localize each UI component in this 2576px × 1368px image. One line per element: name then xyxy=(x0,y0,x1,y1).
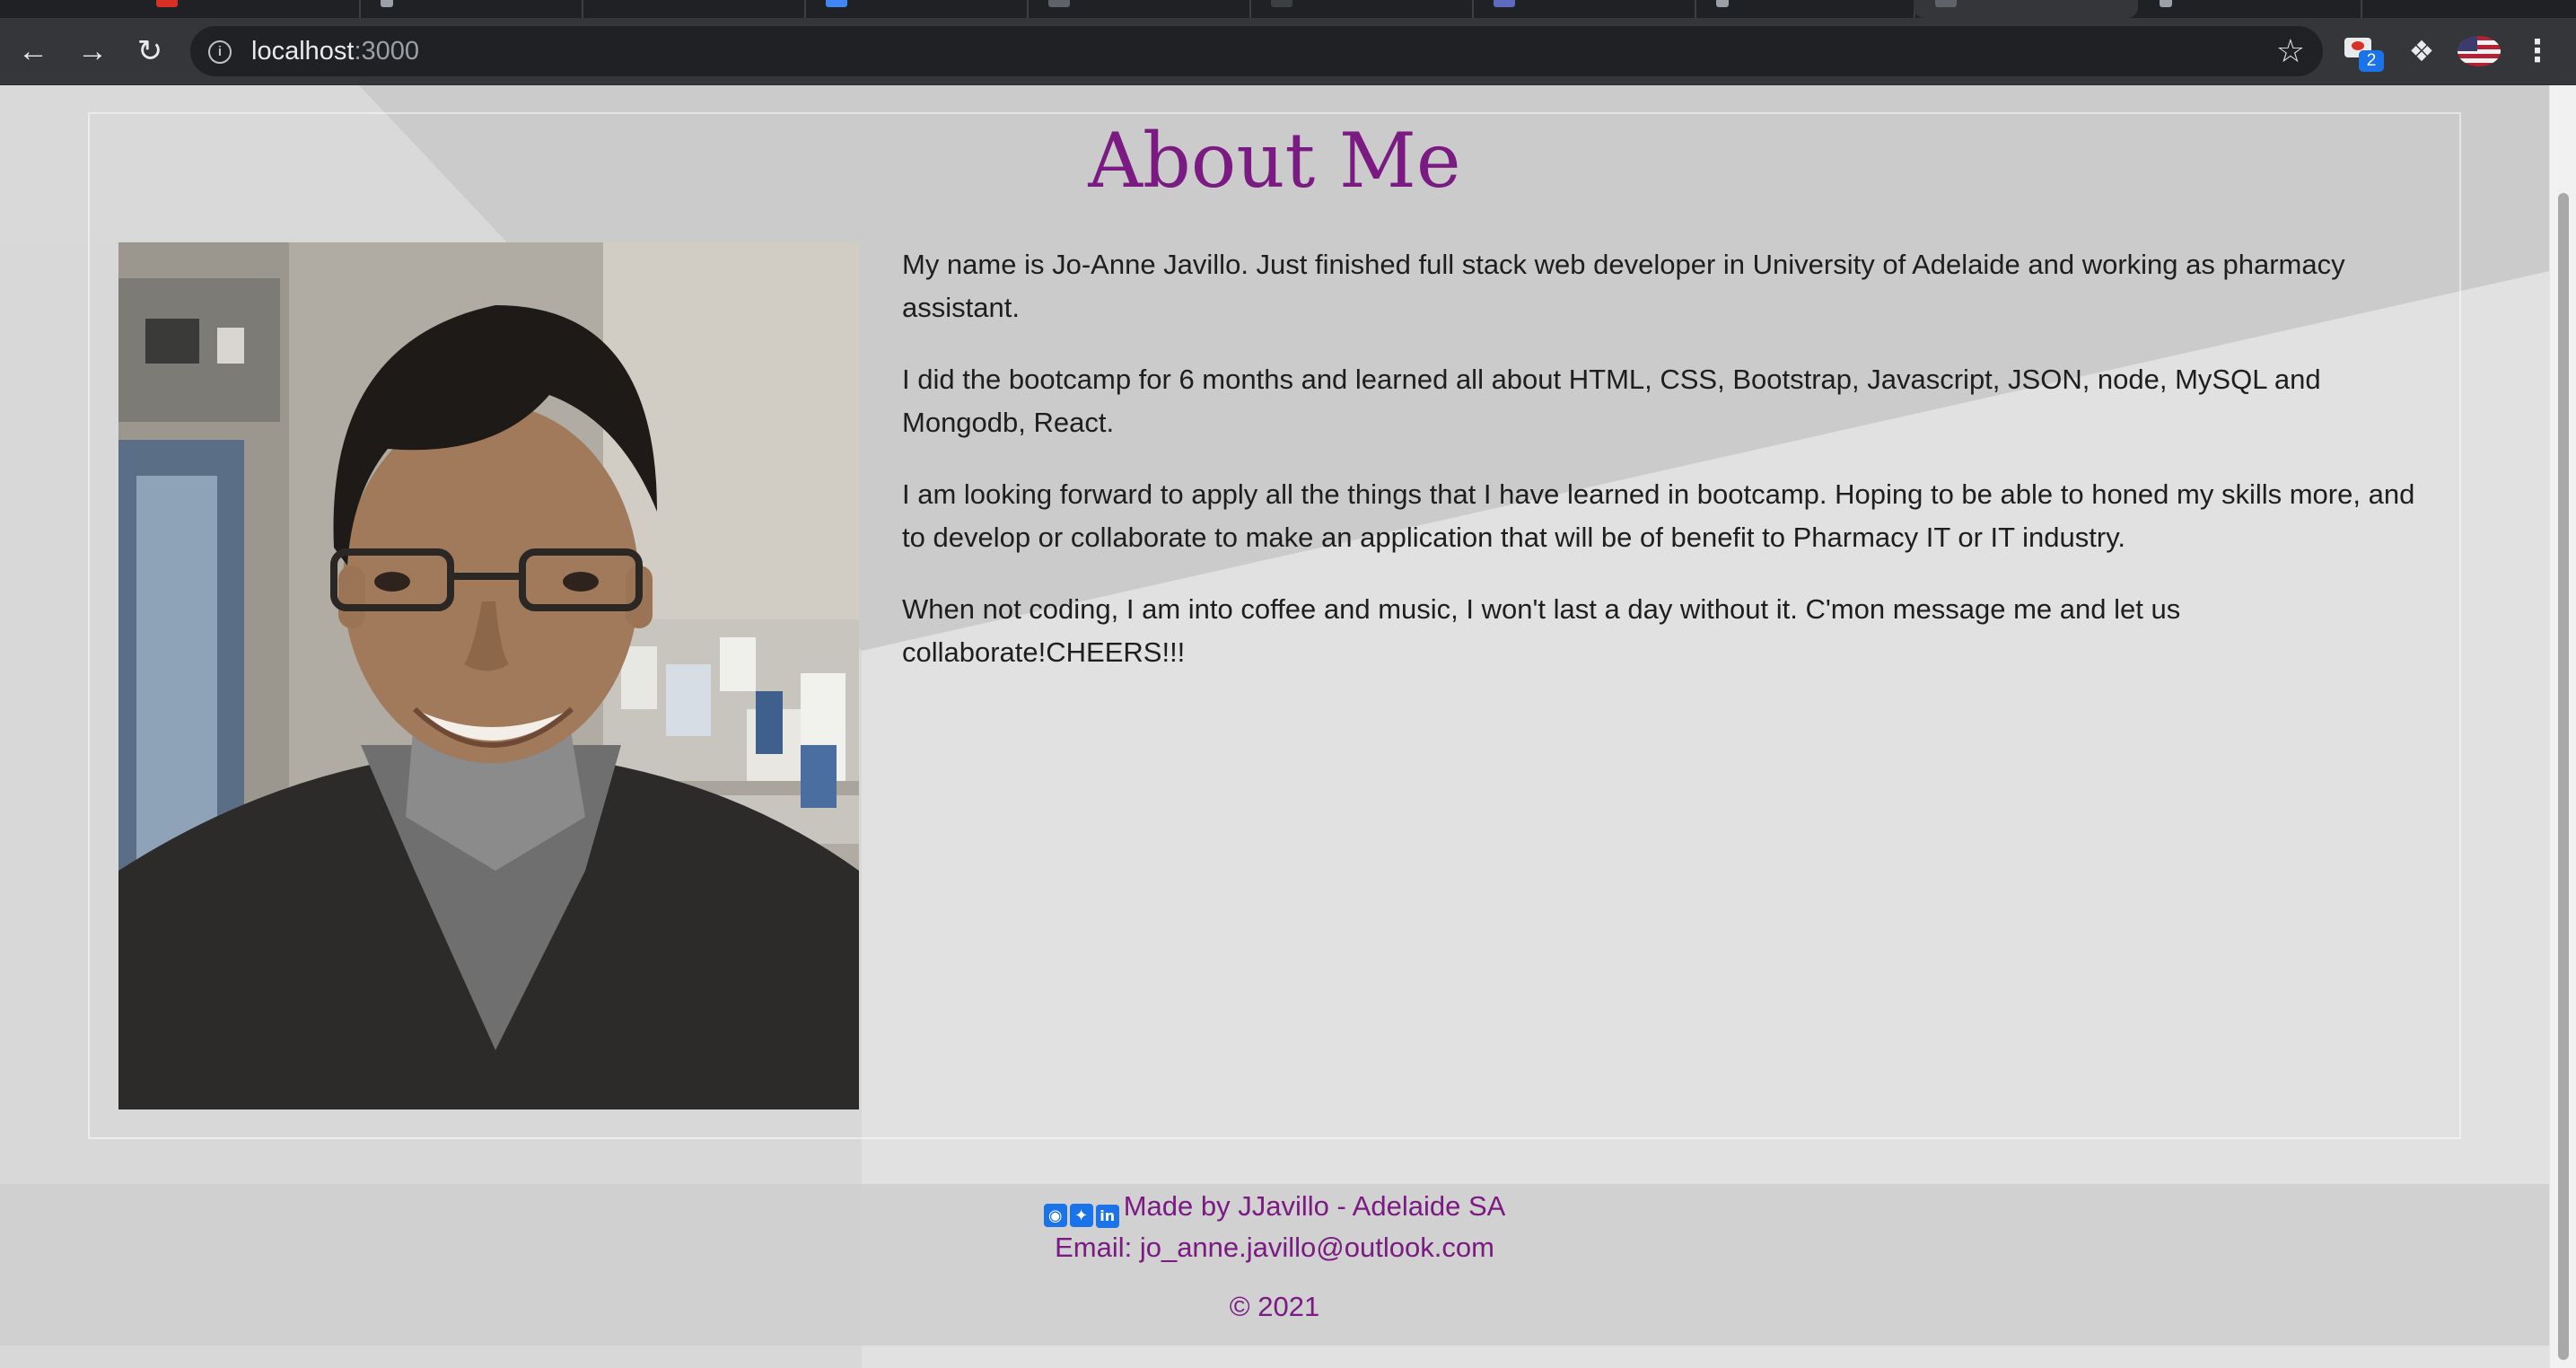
extension-icon-mark xyxy=(2352,41,2364,50)
footer-made-by-line: ◉ ✦ in Made by JJavillo - Adelaide SA xyxy=(0,1184,2549,1229)
browser-tab-active[interactable] xyxy=(1914,0,2138,18)
reload-icon[interactable]: ↻ xyxy=(129,31,171,72)
bookmark-star-icon[interactable]: ☆ xyxy=(2276,33,2305,69)
browser-tab[interactable] xyxy=(2138,0,2362,18)
footer-copyright: © 2021 xyxy=(1229,1291,1320,1322)
url-host: localhost xyxy=(251,37,355,66)
browser-tab[interactable] xyxy=(804,0,1029,18)
linkedin-icon[interactable]: in xyxy=(1095,1204,1119,1228)
github-icon[interactable]: ◉ xyxy=(1043,1203,1067,1227)
browser-tab[interactable] xyxy=(135,0,361,18)
site-info-icon[interactable]: i xyxy=(208,40,232,64)
bio-paragraph: I am looking forward to apply all the th… xyxy=(902,478,2415,553)
page-scrollbar[interactable] xyxy=(2549,85,2576,1368)
bio-text: My name is Jo-Anne Javillo. Just finishe… xyxy=(902,243,2437,703)
browser-tab[interactable] xyxy=(1472,0,1696,18)
address-bar[interactable]: i localhost:3000 ☆ xyxy=(190,26,2323,76)
extension-badge: 2 xyxy=(2359,50,2384,72)
url-port: :3000 xyxy=(354,37,420,66)
footer-email[interactable]: Email: jo_anne.javillo@outlook.com xyxy=(0,1225,2549,1270)
page-title: About Me xyxy=(1088,117,1461,205)
url-text[interactable]: localhost:3000 xyxy=(251,26,419,76)
profile-avatar[interactable] xyxy=(2458,36,2501,66)
extension-button[interactable]: 2 xyxy=(2344,34,2384,72)
forward-arrow-icon[interactable]: → xyxy=(72,31,113,72)
bio-paragraph: I did the bootcamp for 6 months and lear… xyxy=(902,364,2321,438)
back-arrow-icon[interactable]: ← xyxy=(13,31,54,72)
footer: ◉ ✦ in Made by JJavillo - Adelaide SA Emai… xyxy=(0,1184,2549,1346)
browser-tab[interactable] xyxy=(1027,0,1251,18)
twitter-icon[interactable]: ✦ xyxy=(1069,1203,1093,1227)
kebab-menu-icon[interactable]: ⋮ xyxy=(2522,34,2553,68)
bio-paragraph: My name is Jo-Anne Javillo. Just finishe… xyxy=(902,249,2345,323)
browser-toolbar: ← → ↻ i localhost:3000 ☆ 2 ❖ ⋮ xyxy=(0,18,2576,85)
flag-canton xyxy=(2458,36,2477,51)
browser-tab[interactable] xyxy=(1695,0,1915,18)
bio-paragraph: When not coding, I am into coffee and mu… xyxy=(902,593,2181,668)
scrollbar-thumb[interactable] xyxy=(2558,193,2569,1360)
tab-strip xyxy=(0,0,2576,18)
social-links: ◉ ✦ in xyxy=(1043,1186,1122,1231)
browser-tab[interactable] xyxy=(359,0,583,18)
profile-photo-illustration xyxy=(118,242,859,1109)
page-viewport: About Me My name is Jo-Anne Javillo. Jus… xyxy=(0,85,2549,1368)
extensions-puzzle-icon[interactable]: ❖ xyxy=(2404,34,2440,68)
made-by-text: Made by JJavillo - Adelaide SA xyxy=(1123,1190,1506,1222)
browser-tab[interactable] xyxy=(1249,0,1474,18)
browser-tab[interactable] xyxy=(582,0,806,18)
profile-photo xyxy=(118,242,859,1109)
